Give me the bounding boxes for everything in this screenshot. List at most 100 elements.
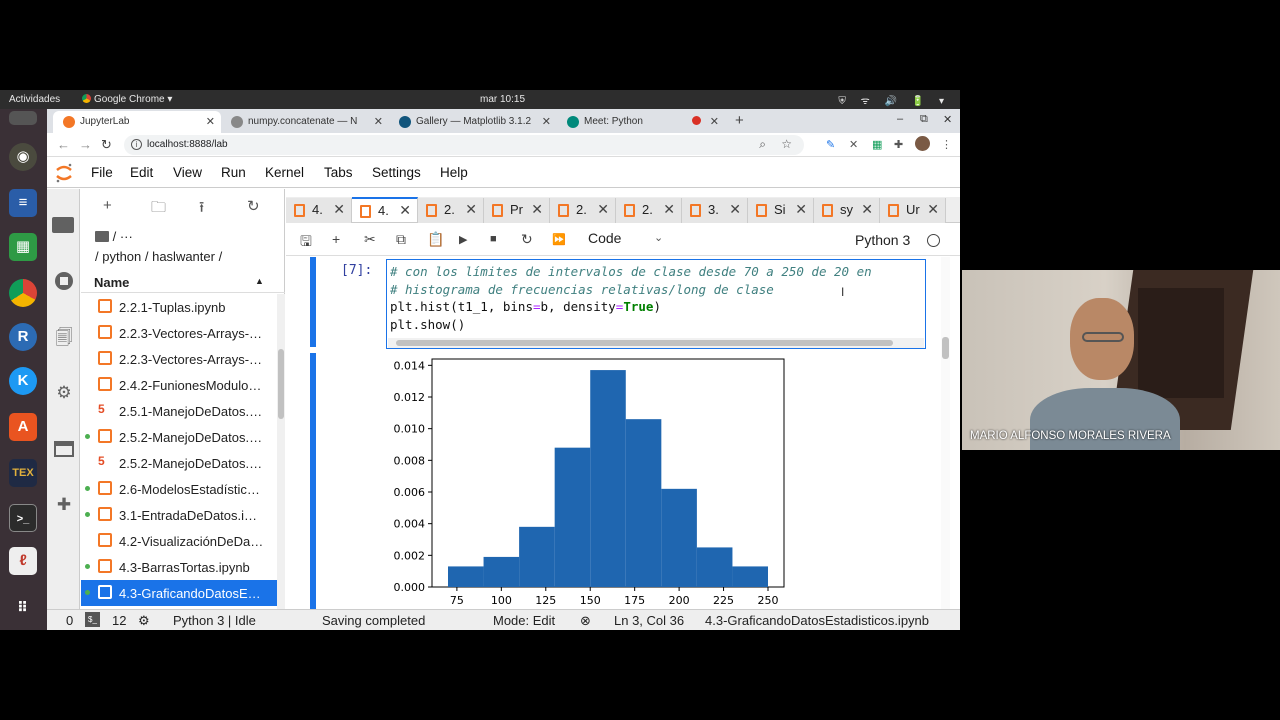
close-icon[interactable]: ✕ [927,201,939,218]
document-tab[interactable]: 2. ✕ [616,198,682,223]
close-icon[interactable]: ✕ [597,201,609,218]
kernel-status[interactable]: Python 3 | Idle [173,613,256,628]
new-launcher-button[interactable]: + [103,197,112,214]
terminals-count[interactable]: 0 [66,613,73,628]
file-list-item[interactable]: 5 2.5.1-ManejoDeDatos.html [81,398,277,424]
notebook-scrollbar[interactable] [941,257,950,609]
close-icon[interactable]: ✕ [729,201,741,218]
cell-type-select[interactable]: Code ⌄ [588,230,670,250]
document-tab[interactable]: 3. ✕ [682,198,748,223]
kde-icon[interactable]: K [9,367,37,395]
terminal-icon[interactable]: $_ [85,612,100,627]
new-tab-button[interactable]: + [735,112,744,129]
document-tab[interactable]: Si ✕ [748,198,814,223]
site-info-icon[interactable]: i [131,139,142,150]
video-participant-tile[interactable]: MARIO ALFONSO MORALES RIVERA [962,270,1280,450]
file-list-item[interactable]: 2.4.2-FunionesModulos.ipynb [81,372,277,398]
file-list-item[interactable]: 3.1-EntradaDeDatos.ipynb [81,502,277,528]
close-icon[interactable]: ✕ [399,202,411,219]
code-cell-editor[interactable]: # con los límites de intervalos de clase… [386,259,926,349]
close-icon[interactable]: ✕ [795,201,807,218]
document-tab[interactable]: Ur ✕ [880,198,946,223]
breadcrumb[interactable]: / python / haslwanter / [95,249,222,264]
new-folder-icon[interactable]: 🗀 [151,197,166,222]
address-bar[interactable]: i localhost:8888/lab ⌕ ☆ [124,135,804,155]
writer-icon[interactable]: ≡ [9,189,37,217]
document-tab[interactable]: 4. ✕ [352,197,418,222]
file-list-item[interactable]: 2.2.1-Tuplas.ipynb [81,294,277,320]
menu-kernel[interactable]: Kernel [265,165,304,180]
menu-edit[interactable]: Edit [130,165,153,180]
extension-pen-icon[interactable]: ✎ [826,138,835,151]
profile-avatar[interactable] [915,136,930,151]
commands-palette-icon[interactable]: 🗐 [54,325,74,347]
insert-cell-icon[interactable]: + [332,231,340,247]
file-list-item[interactable]: 4.2-VisualizaciónDeDatos.ipynb [81,528,277,554]
menu-tabs[interactable]: Tabs [324,165,353,180]
file-list-item[interactable]: 5 2.5.2-ManejoDeDatos.html [81,450,277,476]
file-list-item[interactable]: 2.6-ModelosEstadísticos.ipynb [81,476,277,502]
restart-kernel-icon[interactable]: ↻ [521,231,533,248]
maximize-button[interactable]: ⧉ [920,113,928,126]
system-tray[interactable]: ⛨ ᯤ 🔊 🔋 ▾ [838,93,950,107]
chrome-menu-icon[interactable]: ⋮ [941,138,952,151]
zoom-icon[interactable]: ⌕ [759,137,766,152]
close-icon[interactable]: ✕ [861,201,873,218]
trash-icon[interactable] [9,111,37,125]
document-tab[interactable]: 2. ✕ [418,198,484,223]
calc-icon[interactable]: ▦ [9,233,37,261]
document-tab[interactable]: Pr ✕ [484,198,550,223]
document-tab[interactable]: 4. ✕ [286,198,352,223]
bug-icon[interactable]: ⊗ [580,613,591,629]
clock[interactable]: mar 10:15 [480,94,525,105]
file-browser-folder-icon[interactable] [52,217,74,233]
file-list-item[interactable]: 4.3-GraficandoDatosEstadisticos.ipynb [81,580,277,606]
file-list-header[interactable]: Name ▲ [81,271,285,293]
menu-run[interactable]: Run [221,165,246,180]
mute-tab-icon[interactable]: ✕ [849,138,858,151]
open-tabs-icon[interactable] [54,439,74,459]
property-inspector-gear-icon[interactable]: ⚙ [54,383,74,403]
texmaker-icon[interactable]: TEX [9,459,37,487]
sheets-extension-icon[interactable]: ▦ [872,138,882,151]
close-icon[interactable]: ✕ [663,201,675,218]
browser-tab-matplotlib[interactable]: Gallery — Matplotlib 3.1.2 ✕ [389,111,557,133]
extensions-puzzle-icon[interactable]: ✚ [894,138,903,151]
close-icon[interactable]: ✕ [710,115,719,128]
close-icon[interactable]: ✕ [465,201,477,218]
menu-settings[interactable]: Settings [372,165,421,180]
back-icon[interactable]: ← [57,137,70,152]
breadcrumb-root[interactable]: / ··· [95,229,133,244]
file-list-item[interactable]: 2.5.2-ManejoDeDatos.ipynb [81,424,277,450]
file-list-scrollbar[interactable] [277,294,285,609]
run-all-icon[interactable]: ⏩ [552,233,566,246]
cut-icon[interactable]: ✂ [364,231,376,248]
scrollbar-thumb[interactable] [396,340,893,346]
file-list-item[interactable]: 2.2.3-Vectores-Arrays-Numpy.ipynb [81,320,277,346]
browser-tab-jupyterlab[interactable]: JupyterLab ✕ [53,111,221,133]
extension-manager-puzzle-icon[interactable]: ✚ [54,495,74,515]
scrollbar-thumb[interactable] [942,337,949,359]
kernel-name[interactable]: Python 3 [855,232,910,248]
terminal-icon[interactable]: >_ [9,504,37,532]
software-center-icon[interactable]: A [9,413,37,441]
document-tab[interactable]: 2. ✕ [550,198,616,223]
chrome-dock-icon[interactable] [9,279,37,307]
browser-tab-meet[interactable]: Meet: Python ✕ [557,111,725,133]
bookmark-star-icon[interactable]: ☆ [781,137,792,151]
name-column-header[interactable]: Name [94,275,129,290]
running-sessions-icon[interactable] [54,271,74,291]
app-menu[interactable]: Google Chrome ▾ [82,94,172,105]
close-icon[interactable]: ✕ [542,115,551,128]
minimize-button[interactable]: – [897,113,903,125]
close-icon[interactable]: ✕ [333,201,345,218]
paste-icon[interactable]: 📋 [427,231,444,248]
close-icon[interactable]: ✕ [206,115,215,128]
menu-view[interactable]: View [173,165,202,180]
scrollbar-thumb[interactable] [278,349,284,419]
menu-help[interactable]: Help [440,165,468,180]
browser-tab-numpy[interactable]: numpy.concatenate — N ✕ [221,111,389,133]
forward-icon[interactable]: → [79,137,92,152]
copy-icon[interactable]: ⧉ [396,231,406,248]
r-icon[interactable]: R [9,323,37,351]
